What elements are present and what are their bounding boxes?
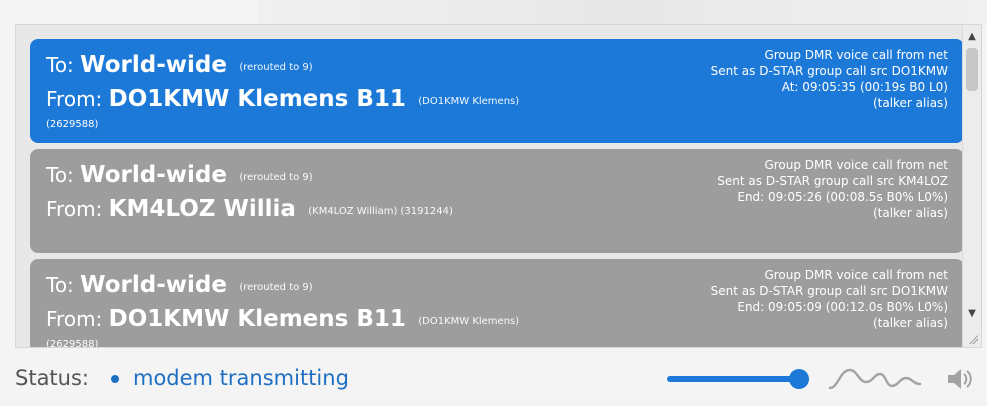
status-value: modem transmitting bbox=[133, 366, 349, 390]
call-detail-alias: (talker alias) bbox=[872, 316, 948, 330]
call-card-main: To: World-wide (rerouted to 9) From: KM4… bbox=[46, 161, 606, 226]
call-card[interactable]: To: World-wide (rerouted to 9) From: KM4… bbox=[30, 149, 964, 253]
call-source: DO1KMW Klemens B11 bbox=[108, 86, 406, 112]
from-label: From: bbox=[46, 87, 103, 111]
to-label: To: bbox=[46, 53, 74, 77]
to-line: To: World-wide (rerouted to 9) bbox=[46, 51, 606, 82]
target-note: (rerouted to 9) bbox=[239, 62, 313, 73]
call-detail-alias: (talker alias) bbox=[872, 96, 948, 110]
call-details: Group DMR voice call from net Sent as D-… bbox=[588, 157, 948, 221]
target-note: (rerouted to 9) bbox=[239, 172, 313, 183]
call-detail-type: Group DMR voice call from net bbox=[764, 48, 948, 62]
to-label: To: bbox=[46, 163, 74, 187]
call-card[interactable]: To: World-wide (rerouted to 9) From: DO1… bbox=[30, 39, 964, 143]
dmr-id: (2629588) bbox=[46, 339, 99, 348]
call-card-main: To: World-wide (rerouted to 9) From: DO1… bbox=[46, 51, 606, 116]
call-log-list[interactable]: To: World-wide (rerouted to 9) From: DO1… bbox=[30, 39, 964, 348]
target-note: (rerouted to 9) bbox=[239, 282, 313, 293]
volume-slider-track[interactable] bbox=[667, 376, 799, 382]
resize-grip-icon[interactable] bbox=[968, 334, 978, 344]
call-detail-sent: Sent as D-STAR group call src DO1KMW bbox=[710, 64, 948, 78]
scroll-thumb[interactable] bbox=[966, 48, 978, 91]
call-log-panel[interactable]: To: World-wide (rerouted to 9) From: DO1… bbox=[15, 24, 982, 348]
waveform-icon[interactable] bbox=[828, 364, 928, 394]
status-row: Status: modem transmitting bbox=[15, 362, 975, 396]
call-detail-time: End: 09:05:26 (00:08.5s B0% L0%) bbox=[737, 190, 948, 204]
speaker-icon[interactable] bbox=[944, 364, 974, 394]
status-label: Status: bbox=[15, 366, 89, 390]
dmr-id: (2629588) bbox=[46, 119, 99, 130]
chevron-down-icon[interactable]: ▼ bbox=[963, 305, 981, 323]
call-detail-time: At: 09:05:35 (00:19s B0 L0) bbox=[781, 80, 948, 94]
call-detail-type: Group DMR voice call from net bbox=[764, 158, 948, 172]
to-label: To: bbox=[46, 273, 74, 297]
from-label: From: bbox=[46, 197, 103, 221]
call-detail-sent: Sent as D-STAR group call src DO1KMW bbox=[710, 284, 948, 298]
call-target: World-wide bbox=[80, 272, 227, 298]
source-note: (DO1KMW Klemens) bbox=[418, 96, 520, 107]
from-line: From: KM4LOZ Willia (KM4LOZ William) (31… bbox=[46, 195, 606, 226]
call-detail-type: Group DMR voice call from net bbox=[764, 268, 948, 282]
call-detail-alias: (talker alias) bbox=[872, 206, 948, 220]
from-line: From: DO1KMW Klemens B11 (DO1KMW Klemens… bbox=[46, 305, 606, 336]
call-card[interactable]: To: World-wide (rerouted to 9) From: DO1… bbox=[30, 259, 964, 348]
to-line: To: World-wide (rerouted to 9) bbox=[46, 271, 606, 302]
vertical-scrollbar[interactable]: ▲ ▼ bbox=[962, 25, 981, 347]
from-line: From: DO1KMW Klemens B11 (DO1KMW Klemens… bbox=[46, 85, 606, 116]
call-target: World-wide bbox=[80, 162, 227, 188]
top-shadow bbox=[258, 0, 987, 24]
call-card-main: To: World-wide (rerouted to 9) From: DO1… bbox=[46, 271, 606, 336]
volume-slider[interactable] bbox=[667, 369, 809, 389]
call-source: KM4LOZ Willia bbox=[108, 196, 296, 222]
from-label: From: bbox=[46, 307, 103, 331]
app-window: To: World-wide (rerouted to 9) From: DO1… bbox=[0, 0, 987, 406]
call-details: Group DMR voice call from net Sent as D-… bbox=[588, 47, 948, 111]
volume-slider-thumb[interactable] bbox=[789, 369, 809, 389]
call-details: Group DMR voice call from net Sent as D-… bbox=[588, 267, 948, 331]
call-source: DO1KMW Klemens B11 bbox=[108, 306, 406, 332]
call-target: World-wide bbox=[80, 52, 227, 78]
source-note: (KM4LOZ William) (3191244) bbox=[308, 206, 453, 217]
source-note: (DO1KMW Klemens) bbox=[418, 316, 520, 327]
status-dot-icon bbox=[111, 375, 119, 383]
chevron-up-icon[interactable]: ▲ bbox=[963, 28, 981, 46]
call-detail-time: End: 09:05:09 (00:12.0s B0% L0%) bbox=[737, 300, 948, 314]
call-detail-sent: Sent as D-STAR group call src KM4LOZ bbox=[717, 174, 948, 188]
to-line: To: World-wide (rerouted to 9) bbox=[46, 161, 606, 192]
